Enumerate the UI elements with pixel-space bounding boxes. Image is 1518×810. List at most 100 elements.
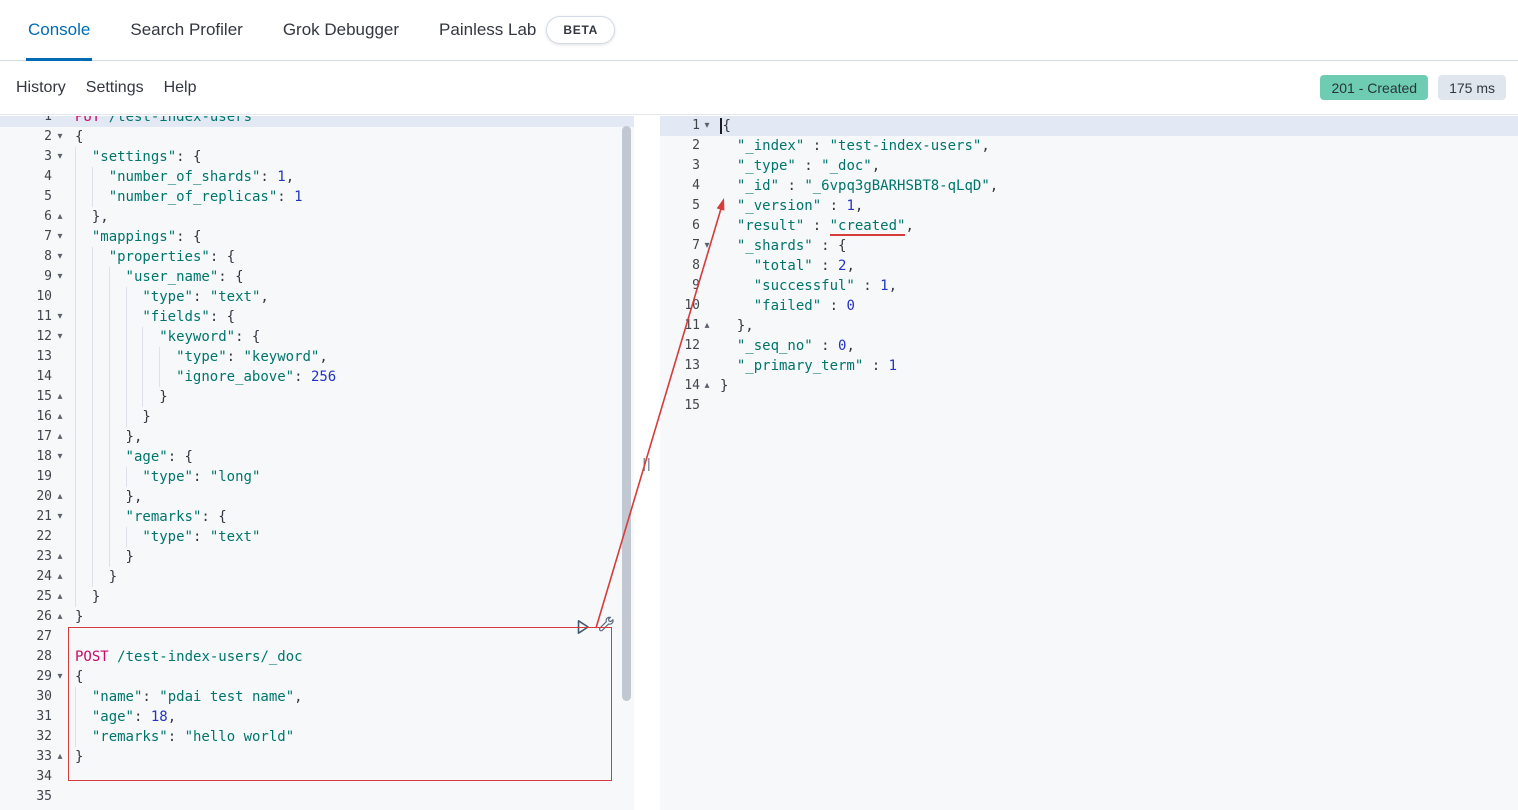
code-content[interactable]: "_version" : 1, [714, 196, 863, 216]
code-line-18[interactable]: 18▾"age": { [0, 447, 634, 467]
code-content[interactable]: "ignore_above": 256 [68, 367, 336, 387]
code-line-5[interactable]: 5 "_version" : 1, [660, 196, 1518, 216]
code-line-30[interactable]: 30"name": "pdai test name", [0, 687, 634, 707]
code-line-6[interactable]: 6 "result" : "created", [660, 216, 1518, 236]
scrollbar-thumb[interactable] [622, 126, 631, 701]
code-content[interactable]: "remarks": { [68, 507, 227, 527]
response-editor[interactable]: 1▾{2 "_index" : "test-index-users",3 "_t… [660, 116, 1518, 810]
fold-toggle-icon[interactable]: ▾ [52, 507, 68, 527]
code-line-12[interactable]: 12▾"keyword": { [0, 327, 634, 347]
code-line-14[interactable]: 14▴} [660, 376, 1518, 396]
fold-toggle-icon[interactable]: ▾ [700, 236, 714, 256]
code-content[interactable]: "number_of_replicas": 1 [68, 187, 303, 207]
code-line-35[interactable]: 35 [0, 787, 634, 807]
code-content[interactable]: "keyword": { [68, 327, 260, 347]
code-content[interactable]: PUT /test-index-users [68, 116, 252, 127]
menu-help[interactable]: Help [164, 79, 197, 97]
code-line-8[interactable]: 8▾"properties": { [0, 247, 634, 267]
code-line-21[interactable]: 21▾"remarks": { [0, 507, 634, 527]
code-line-13[interactable]: 13"type": "keyword", [0, 347, 634, 367]
code-line-23[interactable]: 23▴} [0, 547, 634, 567]
fold-toggle-icon[interactable]: ▾ [52, 307, 68, 327]
code-content[interactable] [68, 787, 75, 807]
code-line-7[interactable]: 7▾ "_shards" : { [660, 236, 1518, 256]
code-content[interactable]: "type": "long" [68, 467, 260, 487]
code-content[interactable]: { [68, 127, 83, 147]
code-line-10[interactable]: 10 "failed" : 0 [660, 296, 1518, 316]
code-content[interactable]: } [68, 567, 117, 587]
code-line-8[interactable]: 8 "total" : 2, [660, 256, 1518, 276]
code-line-24[interactable]: 24▴} [0, 567, 634, 587]
code-line-33[interactable]: 33▴} [0, 747, 634, 767]
code-line-13[interactable]: 13 "_primary_term" : 1 [660, 356, 1518, 376]
code-content[interactable]: } [68, 747, 83, 767]
code-content[interactable]: { [68, 667, 83, 687]
code-content[interactable]: }, [68, 207, 109, 227]
code-line-10[interactable]: 10"type": "text", [0, 287, 634, 307]
code-line-2[interactable]: 2▾{ [0, 127, 634, 147]
code-line-15[interactable]: 15 [660, 396, 1518, 416]
code-line-31[interactable]: 31"age": 18, [0, 707, 634, 727]
code-line-3[interactable]: 3 "_type" : "_doc", [660, 156, 1518, 176]
code-line-3[interactable]: 3▾"settings": { [0, 147, 634, 167]
code-content[interactable]: } [68, 547, 134, 567]
fold-toggle-icon[interactable]: ▾ [52, 447, 68, 467]
code-line-7[interactable]: 7▾"mappings": { [0, 227, 634, 247]
code-line-12[interactable]: 12 "_seq_no" : 0, [660, 336, 1518, 356]
fold-toggle-icon[interactable]: ▾ [52, 127, 68, 147]
fold-toggle-icon[interactable]: ▴ [52, 407, 68, 427]
code-content[interactable] [714, 396, 720, 416]
fold-toggle-icon[interactable]: ▴ [52, 487, 68, 507]
code-content[interactable]: "_shards" : { [714, 236, 846, 256]
tab-search-profiler[interactable]: Search Profiler [110, 0, 262, 60]
code-content[interactable]: "user_name": { [68, 267, 244, 287]
code-line-9[interactable]: 9 "successful" : 1, [660, 276, 1518, 296]
code-content[interactable]: "result" : "created", [714, 216, 914, 236]
code-content[interactable]: "total" : 2, [714, 256, 855, 276]
code-content[interactable]: "settings": { [68, 147, 201, 167]
fold-toggle-icon[interactable]: ▾ [52, 267, 68, 287]
fold-toggle-icon[interactable]: ▴ [52, 387, 68, 407]
code-content[interactable]: { [714, 116, 731, 136]
fold-toggle-icon[interactable]: ▾ [700, 116, 714, 136]
code-line-14[interactable]: 14"ignore_above": 256 [0, 367, 634, 387]
fold-toggle-icon[interactable]: ▴ [52, 607, 68, 627]
code-content[interactable]: } [68, 387, 168, 407]
code-content[interactable]: "type": "keyword", [68, 347, 328, 367]
tab-painless-lab[interactable]: Painless Lab BETA [419, 0, 635, 60]
code-line-9[interactable]: 9▾"user_name": { [0, 267, 634, 287]
code-content[interactable]: "failed" : 0 [714, 296, 855, 316]
fold-toggle-icon[interactable]: ▾ [52, 327, 68, 347]
menu-history[interactable]: History [16, 79, 66, 97]
code-content[interactable]: "remarks": "hello world" [68, 727, 294, 747]
fold-toggle-icon[interactable]: ▴ [52, 427, 68, 447]
code-content[interactable]: }, [68, 487, 142, 507]
code-line-25[interactable]: 25▴} [0, 587, 634, 607]
code-line-19[interactable]: 19"type": "long" [0, 467, 634, 487]
code-line-22[interactable]: 22"type": "text" [0, 527, 634, 547]
code-content[interactable] [68, 627, 75, 647]
fold-toggle-icon[interactable]: ▴ [700, 316, 714, 336]
code-line-2[interactable]: 2 "_index" : "test-index-users", [660, 136, 1518, 156]
request-editor-scrollbar[interactable] [622, 116, 631, 810]
fold-toggle-icon[interactable]: ▾ [52, 227, 68, 247]
code-line-34[interactable]: 34 [0, 767, 634, 787]
code-content[interactable]: "age": 18, [68, 707, 176, 727]
fold-toggle-icon[interactable]: ▴ [52, 207, 68, 227]
code-content[interactable]: "successful" : 1, [714, 276, 897, 296]
send-request-icon[interactable] [574, 618, 592, 636]
fold-toggle-icon[interactable]: ▴ [52, 547, 68, 567]
code-content[interactable]: "type": "text", [68, 287, 269, 307]
code-content[interactable]: "mappings": { [68, 227, 201, 247]
fold-toggle-icon[interactable]: ▴ [52, 567, 68, 587]
code-content[interactable]: } [68, 587, 100, 607]
fold-toggle-icon[interactable]: ▴ [700, 376, 714, 396]
tab-grok-debugger[interactable]: Grok Debugger [263, 0, 419, 60]
code-line-27[interactable]: 27 [0, 627, 634, 647]
code-content[interactable]: "number_of_shards": 1, [68, 167, 294, 187]
code-line-29[interactable]: 29▾{ [0, 667, 634, 687]
code-content[interactable]: "_id" : "_6vpq3gBARHSBT8-qLqD", [714, 176, 998, 196]
menu-settings[interactable]: Settings [86, 79, 144, 97]
code-line-16[interactable]: 16▴} [0, 407, 634, 427]
code-line-4[interactable]: 4"number_of_shards": 1, [0, 167, 634, 187]
